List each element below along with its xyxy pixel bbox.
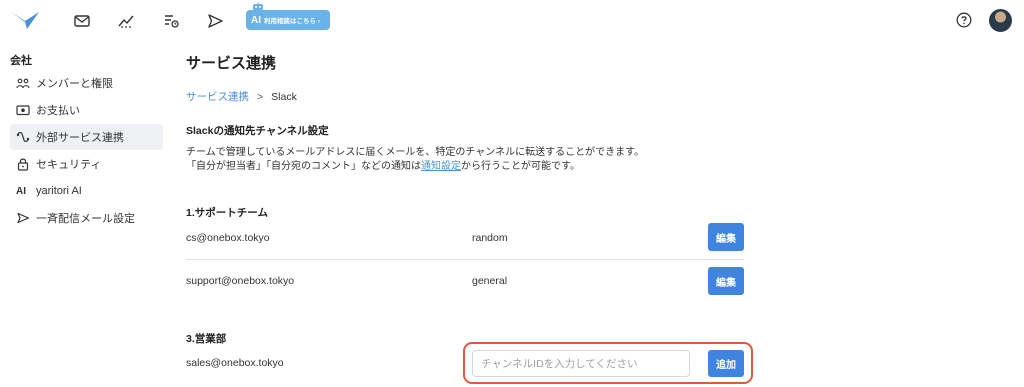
help-icon[interactable] [956,12,972,28]
sidebar-item-label: 一斉配信メール設定 [36,213,135,225]
description-line-2: 「自分が担当者」「自分宛のコメント」などの通知は通知設定から行うことが可能です。 [186,157,580,172]
row-divider [186,259,744,260]
description-text: から行うことが可能です。 [461,161,580,172]
top-bar: AI 利用相談はこちら › [0,0,1024,42]
channel-id-input[interactable] [472,350,690,377]
edit-button[interactable]: 編集 [708,267,744,295]
sidebar-item-label: お支払い [36,105,80,117]
lock-icon [17,158,29,171]
sidebar-item-label: セキュリティ [36,159,102,171]
payment-icon [16,105,30,116]
sidebar-item-security[interactable]: セキュリティ [10,151,163,177]
members-icon [16,78,30,89]
sidebar-item-label: yaritori AI [36,185,82,197]
integration-icon [16,132,30,142]
ai-icon: AI [16,185,26,197]
description-text: 「自分が担当者」「自分宛のコメント」などの通知は [186,161,421,172]
sidebar-item-label: メンバーと権限 [36,78,113,90]
row-channel: general [472,275,508,287]
breadcrumb-current: Slack [271,90,297,103]
sidebar-item-payment[interactable]: お支払い [10,97,163,123]
row-channel: random [472,232,508,244]
avatar[interactable] [989,9,1012,32]
add-button[interactable]: 追加 [708,350,744,377]
edit-button[interactable]: 編集 [708,223,744,251]
ai-badge-mark: AI [251,14,261,26]
row-email: support@onebox.tokyo [186,275,295,287]
analytics-icon[interactable] [117,12,135,30]
sidebar-item-yaritori-ai[interactable]: AI yaritori AI [10,178,163,204]
section-heading: Slackの通知先チャンネル設定 [186,125,329,137]
send-icon[interactable] [206,12,224,30]
page-title: サービス連携 [186,55,277,72]
ai-bot-icon [253,2,263,11]
description-line-1: チームで管理しているメールアドレスに届くメールを、特定のチャンネルに転送すること… [186,147,645,158]
ai-badge-text: 利用相談はこちら › [264,18,320,25]
sidebar-item-integrations[interactable]: 外部サービス連携 [10,124,163,150]
ai-consult-badge[interactable]: AI 利用相談はこちら › [246,2,330,30]
breadcrumb-separator: > [257,90,264,103]
sidebar-item-label: 外部サービス連携 [36,132,124,144]
notification-settings-link[interactable]: 通知設定 [421,161,461,172]
broadcast-icon [17,212,30,224]
breadcrumb: サービス連携 > Slack [186,89,297,104]
sidebar-item-members[interactable]: メンバーと権限 [10,70,163,96]
mail-icon[interactable] [73,12,91,30]
logo-icon[interactable] [10,9,40,31]
sidebar-heading: 会社 [10,55,32,67]
team-heading-sales: 3.営業部 [186,333,227,345]
sidebar-item-broadcast[interactable]: 一斉配信メール設定 [10,205,163,231]
team-heading-support: 1.サポートチーム [186,207,268,219]
breadcrumb-link[interactable]: サービス連携 [186,89,249,104]
task-icon[interactable] [162,12,180,30]
row-email: cs@onebox.tokyo [186,232,270,244]
row-email: sales@onebox.tokyo [186,357,284,369]
